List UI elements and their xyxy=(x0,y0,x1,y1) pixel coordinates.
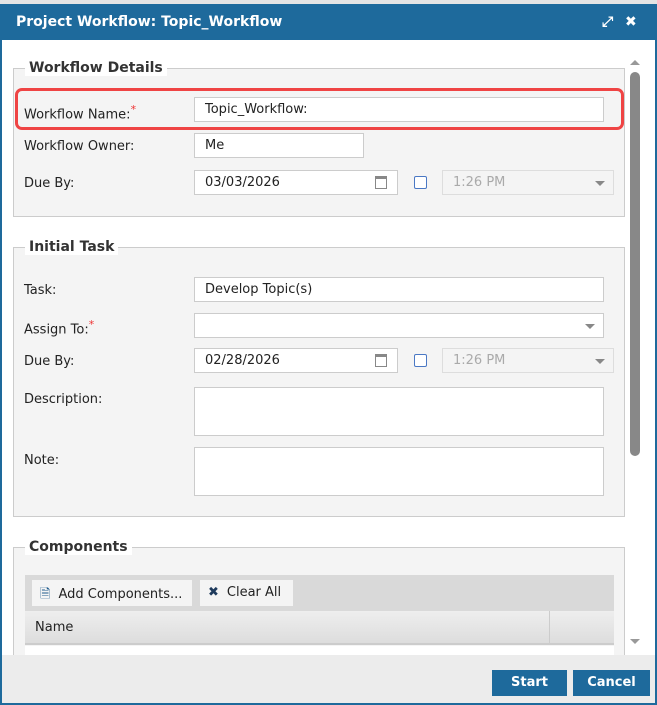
task-due-time-checkbox[interactable] xyxy=(414,354,427,367)
chevron-down-icon xyxy=(595,359,605,364)
due-time-select: 1:26 PM xyxy=(442,170,614,195)
assign-to-label: Assign To:* xyxy=(24,318,95,338)
close-icon[interactable]: ✖ xyxy=(625,14,637,30)
start-button[interactable]: Start xyxy=(492,670,567,696)
due-date-input[interactable]: 03/03/2026 xyxy=(194,170,398,195)
x-icon: ✖ xyxy=(208,585,219,600)
description-textarea[interactable] xyxy=(194,387,604,436)
components-table-body xyxy=(25,646,614,655)
chevron-down-icon xyxy=(595,181,605,186)
calendar-icon[interactable] xyxy=(375,176,387,189)
cancel-button[interactable]: Cancel xyxy=(573,670,650,696)
assign-to-select[interactable] xyxy=(194,313,604,338)
workflow-owner-input[interactable]: Me xyxy=(194,133,364,158)
scroll-down-icon[interactable] xyxy=(630,639,640,644)
dialog-title-bar: Project Workflow: Topic_Workflow xyxy=(2,6,655,40)
due-by-label: Due By: xyxy=(24,176,75,191)
task-due-time-select: 1:26 PM xyxy=(442,348,614,373)
workflow-details-legend: Workflow Details xyxy=(25,60,167,76)
scrollbar-thumb[interactable] xyxy=(630,72,640,456)
clear-all-button[interactable]: ✖ Clear All xyxy=(200,580,293,606)
scroll-up-icon[interactable] xyxy=(630,60,640,65)
dialog-title: Project Workflow: Topic_Workflow xyxy=(16,14,283,30)
note-label: Note: xyxy=(24,453,60,468)
initial-task-legend: Initial Task xyxy=(25,239,119,255)
calendar-icon[interactable] xyxy=(375,354,387,367)
note-textarea[interactable] xyxy=(194,447,604,496)
task-label: Task: xyxy=(24,283,57,298)
document-code-icon: 🗎 xyxy=(40,587,51,602)
workflow-name-label: Workflow Name:* xyxy=(24,103,136,123)
components-table-header: Name xyxy=(25,611,614,645)
components-legend: Components xyxy=(25,539,132,555)
task-input[interactable]: Develop Topic(s) xyxy=(194,277,604,302)
add-components-button[interactable]: 🗎 Add Components... xyxy=(32,580,192,606)
task-due-by-label: Due By: xyxy=(24,354,75,369)
due-time-checkbox[interactable] xyxy=(414,176,427,189)
task-due-date-input[interactable]: 02/28/2026 xyxy=(194,348,398,373)
name-column-header[interactable]: Name xyxy=(35,620,73,635)
column-divider xyxy=(549,611,550,645)
workflow-name-input[interactable]: Topic_Workflow: xyxy=(194,97,604,122)
chevron-down-icon xyxy=(585,324,595,329)
workflow-owner-label: Workflow Owner: xyxy=(24,139,135,154)
description-label: Description: xyxy=(24,392,103,407)
maximize-icon[interactable]: ⤢ xyxy=(602,14,613,30)
